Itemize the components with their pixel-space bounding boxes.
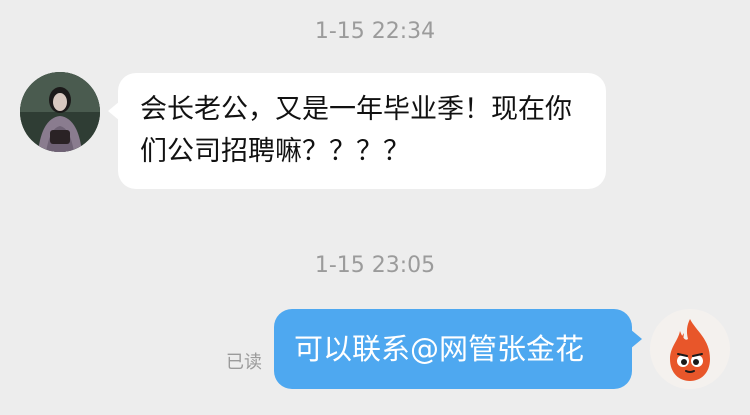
fire-mascot-avatar-icon [670, 319, 710, 381]
message-timestamp: 1-15 22:34 [314, 19, 436, 44]
outgoing-message-bubble[interactable]: 可以联系@网管张金花 [274, 309, 642, 389]
sender-avatar[interactable] [20, 72, 100, 152]
message-text: 可以联系@网管张金花 [294, 332, 585, 366]
message-timestamp: 1-15 23:05 [314, 253, 436, 278]
read-receipt: 已读 [226, 352, 262, 373]
woman-photo-avatar-icon [20, 72, 100, 152]
incoming-message-bubble[interactable]: 会长老公，又是一年毕业季！现在你们公司招聘嘛？？？？ [108, 73, 606, 189]
own-avatar[interactable] [650, 309, 730, 389]
message-text: 会长老公，又是一年毕业季！现在你们公司招聘嘛？？？？ [140, 94, 572, 167]
